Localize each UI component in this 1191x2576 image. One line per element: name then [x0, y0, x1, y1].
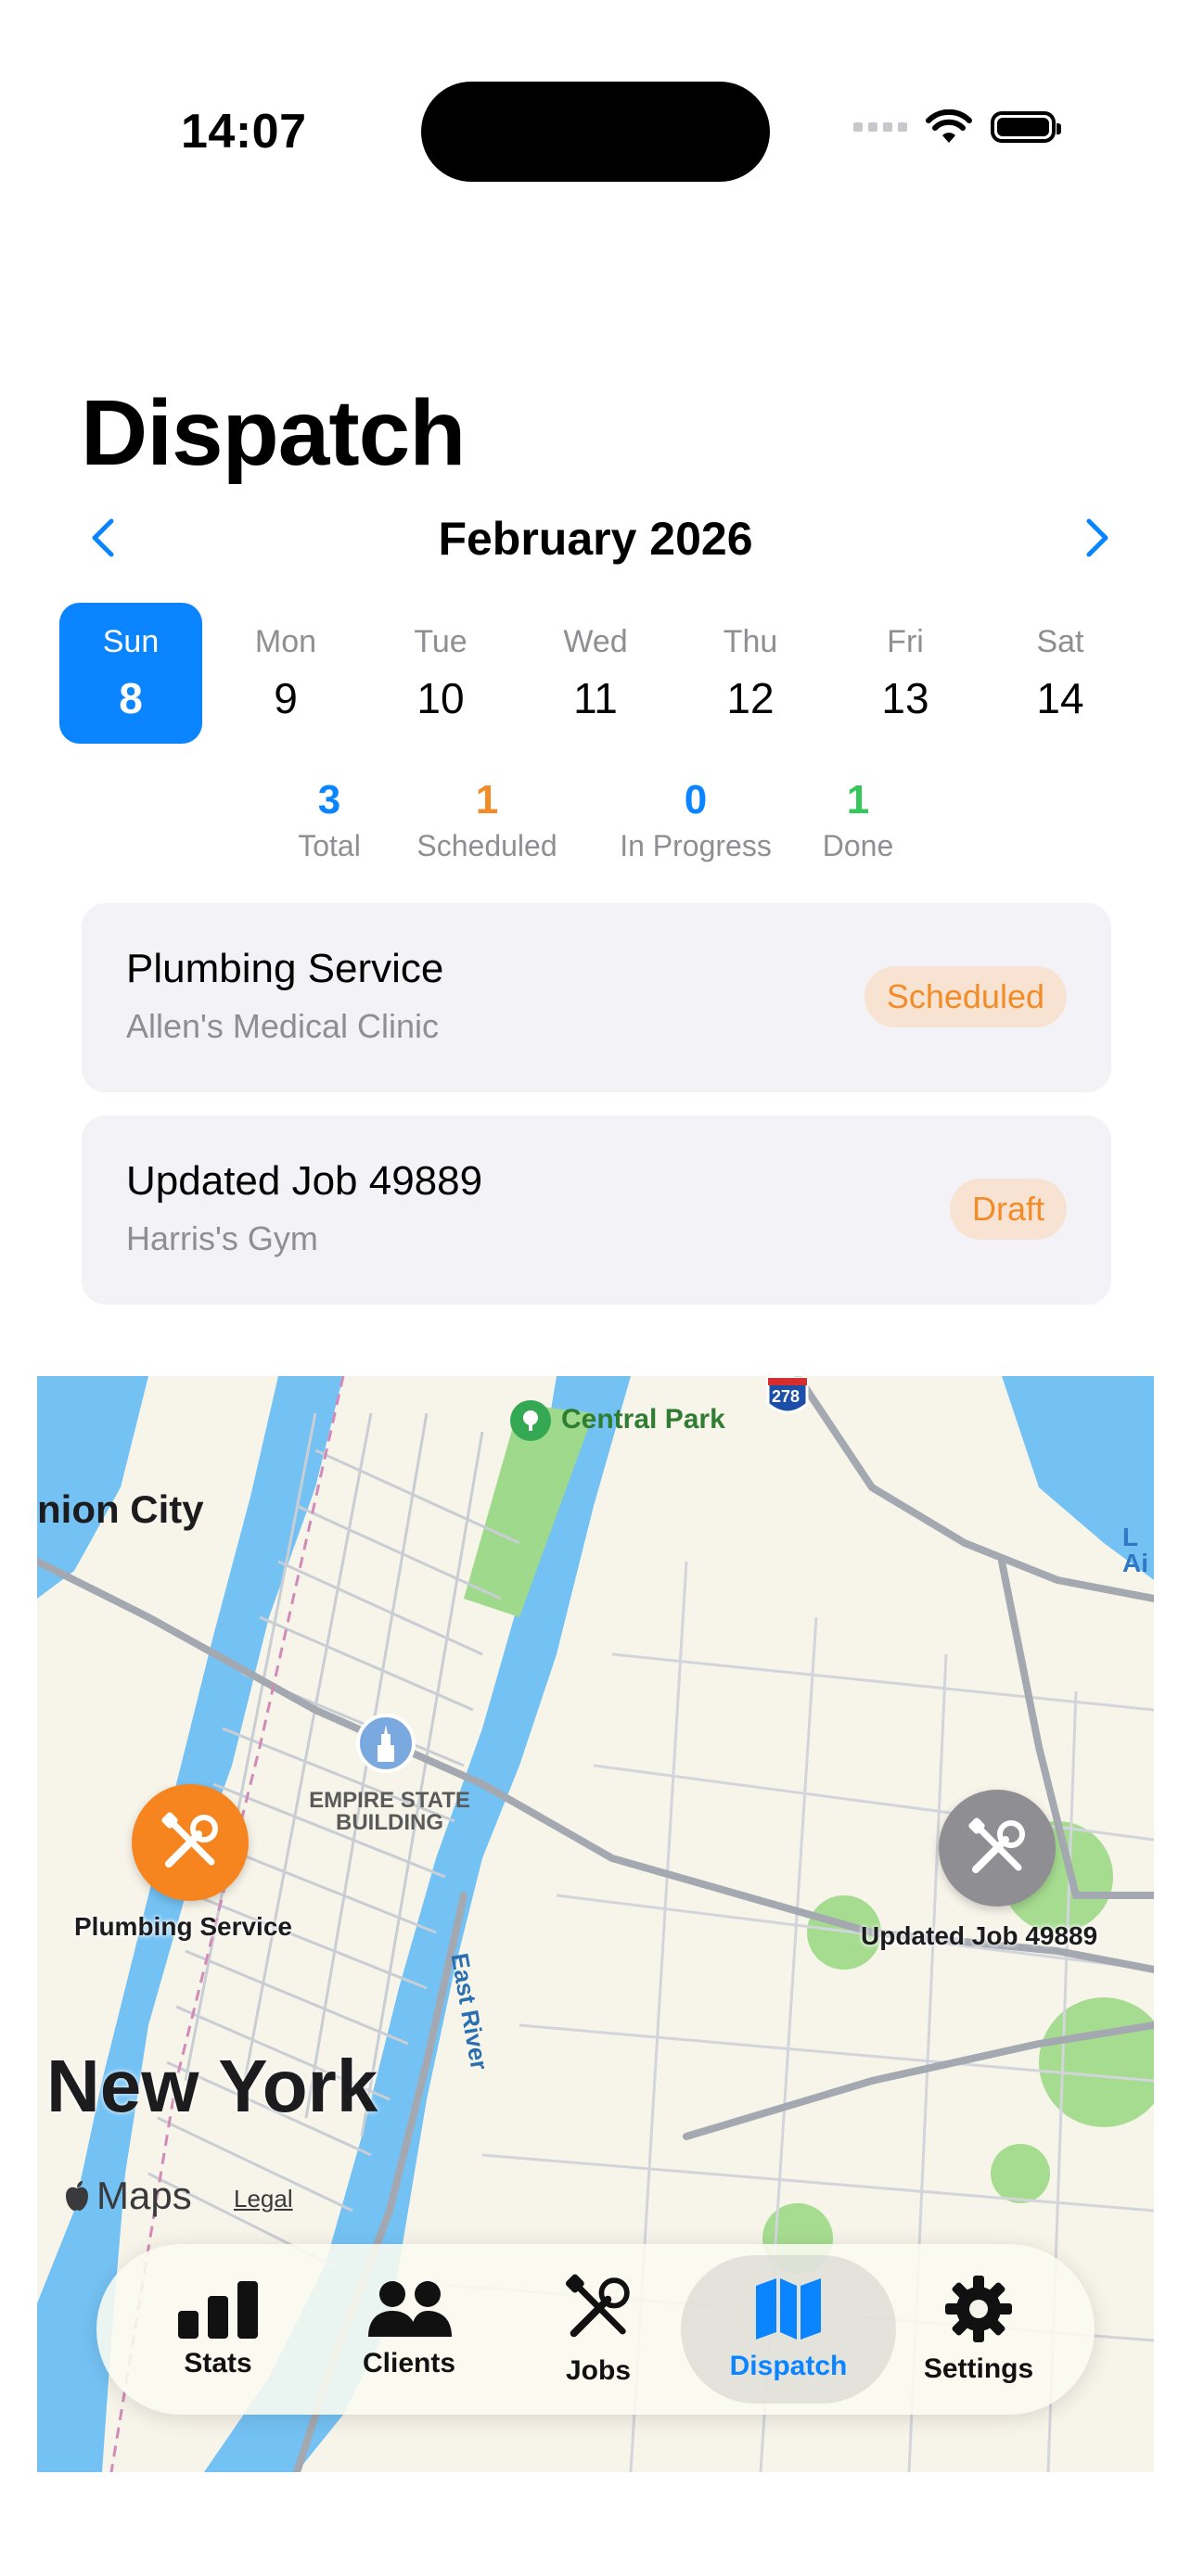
stat-label: In Progress: [620, 829, 772, 862]
month-label: February 2026: [438, 513, 753, 565]
day-name: Mon: [254, 623, 317, 659]
stat-label: Done: [822, 829, 894, 862]
job-title: Updated Job 49889: [126, 1158, 483, 1204]
stat-total: 3 Total: [283, 777, 376, 863]
tab-label: Dispatch: [729, 2351, 848, 2381]
page-title: Dispatch: [81, 381, 466, 485]
tab-stats[interactable]: Stats: [122, 2244, 314, 2415]
pin-label: Plumbing Service: [74, 1912, 292, 1941]
tab-label: Stats: [184, 2348, 252, 2378]
stat-label: Scheduled: [416, 829, 557, 862]
day-name: Wed: [563, 623, 628, 659]
day-name: Thu: [723, 623, 778, 659]
job-card[interactable]: Updated Job 49889 Harris's Gym Draft: [82, 1116, 1111, 1305]
chevron-right-icon[interactable]: [1072, 516, 1117, 560]
status-badge: Scheduled: [864, 966, 1067, 1027]
day-name: Sun: [102, 623, 160, 659]
wrench-screwdriver-icon: [565, 2274, 630, 2338]
day-number: 8: [119, 673, 143, 722]
day-number: 14: [1036, 673, 1084, 722]
battery-icon: [991, 111, 1061, 143]
day-mon[interactable]: Mon 9: [214, 603, 357, 744]
cellular-signal-icon: [853, 122, 907, 132]
day-tue[interactable]: Tue 10: [369, 603, 512, 744]
tab-jobs[interactable]: Jobs: [503, 2244, 694, 2415]
day-thu[interactable]: Thu 12: [679, 603, 822, 744]
maps-label: Maps: [96, 2174, 192, 2217]
map-icon: [756, 2278, 821, 2340]
job-title: Plumbing Service: [126, 946, 444, 991]
stat-value: 1: [475, 777, 499, 823]
stat-scheduled: 1 Scheduled: [394, 777, 580, 863]
job-card[interactable]: Plumbing Service Allen's Medical Clinic …: [82, 903, 1111, 1092]
job-pin-plumbing[interactable]: [132, 1784, 249, 1901]
job-client: Allen's Medical Clinic: [126, 1007, 439, 1045]
status-time: 14:07: [181, 105, 307, 159]
apple-icon: [66, 2181, 88, 2211]
day-fri[interactable]: Fri 13: [834, 603, 977, 744]
week-strip: Sun 8 Mon 9 Tue 10 Wed 11 Thu 12 Fri 13 …: [59, 603, 1143, 744]
stat-in-progress: 0 In Progress: [594, 777, 798, 863]
stat-label: Total: [298, 829, 361, 862]
month-selector: February 2026: [56, 508, 1135, 569]
day-sat[interactable]: Sat 14: [989, 603, 1132, 744]
tab-label: Clients: [362, 2348, 456, 2378]
day-number: 12: [726, 673, 775, 722]
day-number: 13: [881, 673, 929, 722]
gear-icon: [945, 2276, 1012, 2342]
stat-value: 1: [846, 777, 870, 823]
day-name: Sat: [1036, 623, 1084, 659]
map-label-highway: 278: [772, 1387, 800, 1406]
wrench-screwdriver-icon: [161, 1812, 218, 1868]
wrench-screwdriver-icon: [968, 1817, 1025, 1873]
people-icon: [368, 2281, 452, 2337]
tab-clients[interactable]: Clients: [314, 2244, 505, 2415]
day-name: Tue: [414, 623, 467, 659]
park-icon: [510, 1400, 551, 1441]
tab-bar: Stats Clients Jobs Dispatch Settings: [96, 2244, 1095, 2415]
day-number: 11: [573, 673, 618, 722]
tab-settings[interactable]: Settings: [883, 2244, 1074, 2415]
tab-label: Settings: [923, 2353, 1034, 2384]
bar-chart-icon: [178, 2281, 258, 2339]
apple-maps-logo: Maps: [63, 2174, 192, 2218]
day-wed[interactable]: Wed 11: [524, 603, 667, 744]
status-icons: [853, 109, 1061, 145]
day-number: 9: [274, 673, 298, 722]
map-label-new-york: New York: [46, 2045, 378, 2127]
stat-done: 1 Done: [807, 777, 909, 863]
stat-value: 3: [317, 777, 341, 823]
stat-value: 0: [684, 777, 708, 823]
status-badge: Draft: [949, 1179, 1067, 1240]
pin-label: Updated Job 49889: [861, 1921, 1098, 1950]
tab-label: Jobs: [565, 2355, 632, 2386]
map-label-union-city: nion City: [37, 1487, 204, 1531]
landmark-icon: [356, 1714, 416, 1773]
map-label-central-park: Central Park: [561, 1404, 725, 1435]
tab-dispatch[interactable]: Dispatch: [681, 2255, 896, 2404]
map-label-empire-state: EMPIRE STATE BUILDING: [309, 1788, 470, 1835]
wifi-icon: [926, 109, 972, 143]
job-client: Harris's Gym: [126, 1219, 318, 1257]
job-pin-updated-job[interactable]: [939, 1790, 1056, 1906]
dynamic-island: [421, 82, 770, 182]
map-label-edge: L Ai: [1122, 1523, 1148, 1577]
legal-link[interactable]: Legal: [234, 2185, 293, 2213]
day-sun[interactable]: Sun 8: [59, 603, 202, 744]
day-number: 10: [416, 673, 465, 722]
day-name: Fri: [887, 623, 924, 659]
